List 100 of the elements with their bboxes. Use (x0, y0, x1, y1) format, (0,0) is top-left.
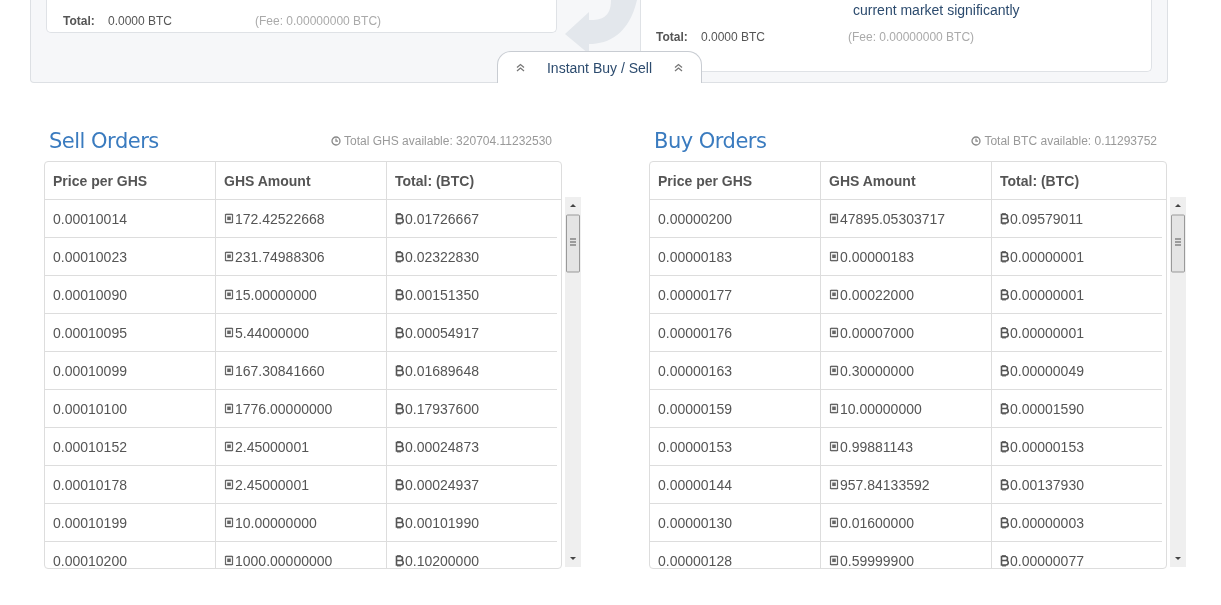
amount-cell: 1000.00000000 (216, 542, 387, 568)
bitcoin-icon (1000, 440, 1009, 453)
total-cell: 0.00024873 (387, 428, 557, 465)
bitcoin-icon (395, 288, 404, 301)
chip-icon (224, 403, 234, 414)
amount-cell: 2.45000001 (216, 466, 387, 503)
total-cell: 0.00000153 (992, 428, 1162, 465)
bitcoin-icon (395, 250, 404, 263)
price-cell: 0.00000183 (650, 238, 821, 275)
price-cell: 0.00010178 (45, 466, 216, 503)
bitcoin-icon (1000, 364, 1009, 377)
total-label: Total: (63, 14, 96, 28)
amount-cell: 0.01600000 (821, 504, 992, 541)
total-cell: 0.00101990 (387, 504, 557, 541)
price-cell: 0.00000153 (650, 428, 821, 465)
amount-cell: 1776.00000000 (216, 390, 387, 427)
chip-icon (224, 555, 234, 566)
amount-cell: 5.44000000 (216, 314, 387, 351)
chip-icon (224, 479, 234, 490)
total-cell: 0.00000003 (992, 504, 1162, 541)
price-cell: 0.00010099 (45, 352, 216, 389)
scrollbar[interactable] (1170, 197, 1186, 567)
price-cell: 0.00010090 (45, 276, 216, 313)
total-cell: 0.09579011 (992, 200, 1162, 237)
amount-cell: 0.00000183 (821, 238, 992, 275)
bitcoin-icon (1000, 288, 1009, 301)
price-cell: 0.00000163 (650, 352, 821, 389)
total-label: Total: (656, 30, 689, 44)
price-cell: 0.00010100 (45, 390, 216, 427)
chip-icon (224, 365, 234, 376)
chip-icon (224, 327, 234, 338)
price-cell: 0.00000176 (650, 314, 821, 351)
chip-icon (224, 517, 234, 528)
column-header: GHS Amount (216, 162, 387, 199)
total-cell: 0.00000049 (992, 352, 1162, 389)
amount-cell: 2.45000001 (216, 428, 387, 465)
amount-cell: 15.00000000 (216, 276, 387, 313)
bitcoin-icon (395, 440, 404, 453)
bitcoin-icon (395, 212, 404, 225)
total-cell: 0.00024937 (387, 466, 557, 503)
amount-cell: 957.84133592 (821, 466, 992, 503)
price-cell: 0.00010014 (45, 200, 216, 237)
column-header: GHS Amount (821, 162, 992, 199)
price-cell: 0.00000200 (650, 200, 821, 237)
column-header: Price per GHS (650, 162, 821, 199)
bitcoin-icon (395, 364, 404, 377)
bitcoin-icon (1000, 250, 1009, 263)
bitcoin-icon (395, 516, 404, 529)
price-cell: 0.00010152 (45, 428, 216, 465)
total-cell: 0.00000001 (992, 276, 1162, 313)
chip-icon (224, 441, 234, 452)
clock-icon (971, 136, 982, 146)
bitcoin-icon (1000, 326, 1009, 339)
clock-icon (331, 136, 342, 146)
amount-cell: 167.30841660 (216, 352, 387, 389)
bitcoin-icon (395, 402, 404, 415)
bitcoin-icon (1000, 212, 1009, 225)
total-cell: 0.00000001 (992, 314, 1162, 351)
price-cell: 0.00000159 (650, 390, 821, 427)
available-total: Total BTC available: 0.11293752 (984, 134, 1157, 148)
amount-cell: 0.59999900 (821, 542, 992, 568)
total-cell: 0.17937600 (387, 390, 557, 427)
bitcoin-icon (1000, 516, 1009, 529)
chip-icon (224, 289, 234, 300)
total-cell: 0.00151350 (387, 276, 557, 313)
amount-cell: 0.99881143 (821, 428, 992, 465)
chip-icon (224, 213, 234, 224)
chip-icon (829, 555, 839, 566)
total-cell: 0.00054917 (387, 314, 557, 351)
total-value: 0.0000 BTC (108, 14, 174, 28)
fee-text: (Fee: 0.00000000 BTC) (848, 30, 975, 44)
chip-icon (829, 441, 839, 452)
total-cell: 0.00001590 (992, 390, 1162, 427)
double-chevron-up-icon (516, 63, 525, 72)
price-cell: 0.00010200 (45, 542, 216, 568)
bitcoin-icon (1000, 554, 1009, 567)
chip-icon (829, 327, 839, 338)
section-title: Buy Orders (654, 129, 767, 153)
instant-buy-sell-tab[interactable]: Instant Buy / Sell (497, 51, 702, 83)
amount-cell: 0.00022000 (821, 276, 992, 313)
price-cell: 0.00000128 (650, 542, 821, 568)
total-cell: 0.00000077 (992, 542, 1162, 568)
total-value: 0.0000 BTC (701, 30, 767, 44)
fee-text: (Fee: 0.00000000 BTC) (255, 14, 382, 28)
chip-icon (829, 479, 839, 490)
price-cell: 0.00010199 (45, 504, 216, 541)
chip-icon (829, 365, 839, 376)
bitcoin-icon (395, 478, 404, 491)
amount-cell: 0.30000000 (821, 352, 992, 389)
price-cell: 0.00000177 (650, 276, 821, 313)
chip-icon (829, 213, 839, 224)
price-cell: 0.00000144 (650, 466, 821, 503)
scrollbar[interactable] (565, 197, 581, 567)
section-title: Sell Orders (49, 129, 159, 153)
chip-icon (829, 289, 839, 300)
total-cell: 0.10200000 (387, 542, 557, 568)
chip-icon (224, 251, 234, 262)
available-total: Total GHS available: 320704.11232530 (344, 134, 552, 148)
price-cell: 0.00010095 (45, 314, 216, 351)
amount-cell: 10.00000000 (216, 504, 387, 541)
